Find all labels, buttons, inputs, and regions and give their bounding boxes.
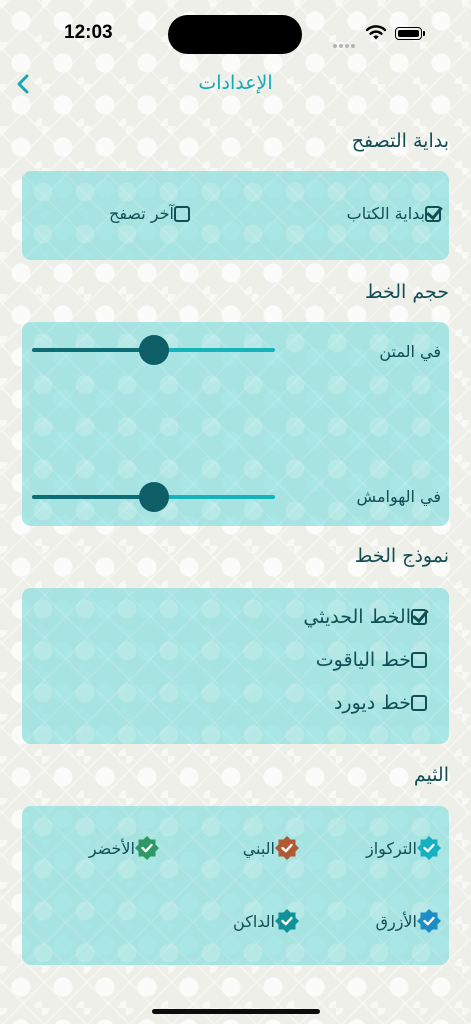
status-bar: 12:03 [0, 0, 471, 54]
dynamic-island [168, 15, 302, 54]
battery-icon [395, 27, 425, 40]
section-title-font-size: حجم الخط [364, 281, 449, 303]
badge-check-icon [417, 836, 441, 860]
checkbox-checked-icon[interactable] [425, 205, 441, 222]
text-size-slider[interactable] [32, 335, 275, 365]
slider-rest [153, 495, 275, 499]
slider-fill [32, 495, 154, 499]
option-label: بداية الكتاب [346, 204, 425, 223]
theme-label: التركواز [365, 838, 417, 858]
wifi-icon [365, 25, 387, 40]
theme-label: الداكن [233, 911, 275, 931]
section-title-theme: الثيم [413, 764, 449, 786]
slider-label-footnotes: في الهوامش [356, 487, 441, 506]
nav-bar: الإعدادات [0, 62, 471, 106]
signal-icon [333, 33, 357, 52]
slider-thumb[interactable] [138, 335, 169, 365]
theme-option-brown[interactable]: البني [243, 836, 299, 860]
theme-option-green[interactable]: الأخضر [89, 836, 159, 860]
footnote-size-slider[interactable] [32, 482, 275, 512]
slider-fill [32, 348, 154, 352]
section-title-font-model: نموذج الخط [354, 545, 449, 567]
theme-label: البني [242, 838, 275, 858]
checkbox-unchecked-icon[interactable] [411, 695, 427, 711]
option-last-browse[interactable]: آخر تصفح [109, 204, 190, 223]
theme-label: الأزرق [375, 911, 417, 931]
font-size-card: في المتن في الهوامش [22, 322, 449, 526]
theme-option-turquoise[interactable]: التركواز [366, 836, 441, 860]
badge-check-icon [417, 909, 441, 933]
status-time: 12:03 [64, 22, 113, 43]
page-title: الإعدادات [198, 72, 273, 94]
option-label: الخط الحديثي [303, 606, 411, 628]
badge-check-icon [135, 836, 159, 860]
badge-check-icon [275, 836, 299, 860]
option-label: خط ديورد [333, 692, 411, 714]
option-yaqut-font[interactable]: خط الياقوت [316, 649, 427, 671]
checkbox-checked-icon[interactable] [411, 609, 427, 625]
font-model-card: الخط الحديثي خط الياقوت خط ديورد [22, 588, 449, 744]
slider-label-text: في المتن [379, 342, 441, 361]
theme-option-dark[interactable]: الداكن [233, 909, 299, 933]
slider-rest [153, 348, 275, 352]
option-label: آخر تصفح [109, 204, 174, 223]
option-hadithi-font[interactable]: الخط الحديثي [303, 606, 427, 628]
theme-card: التركواز البني الأخضر الأزرق الداكن [22, 806, 449, 965]
home-indicator [152, 1009, 320, 1014]
badge-check-icon [275, 909, 299, 933]
checkbox-unchecked-icon[interactable] [174, 205, 190, 222]
option-label: خط الياقوت [315, 649, 411, 671]
checkbox-unchecked-icon[interactable] [411, 652, 427, 668]
slider-thumb[interactable] [138, 482, 169, 512]
section-title-start: بداية التصفح [351, 130, 449, 152]
option-book-start[interactable]: بداية الكتاب [347, 204, 441, 223]
start-card: بداية الكتاب آخر تصفح [22, 171, 449, 260]
option-diward-font[interactable]: خط ديورد [334, 692, 427, 714]
theme-option-blue[interactable]: الأزرق [376, 909, 441, 933]
theme-label: الأخضر [88, 838, 135, 858]
